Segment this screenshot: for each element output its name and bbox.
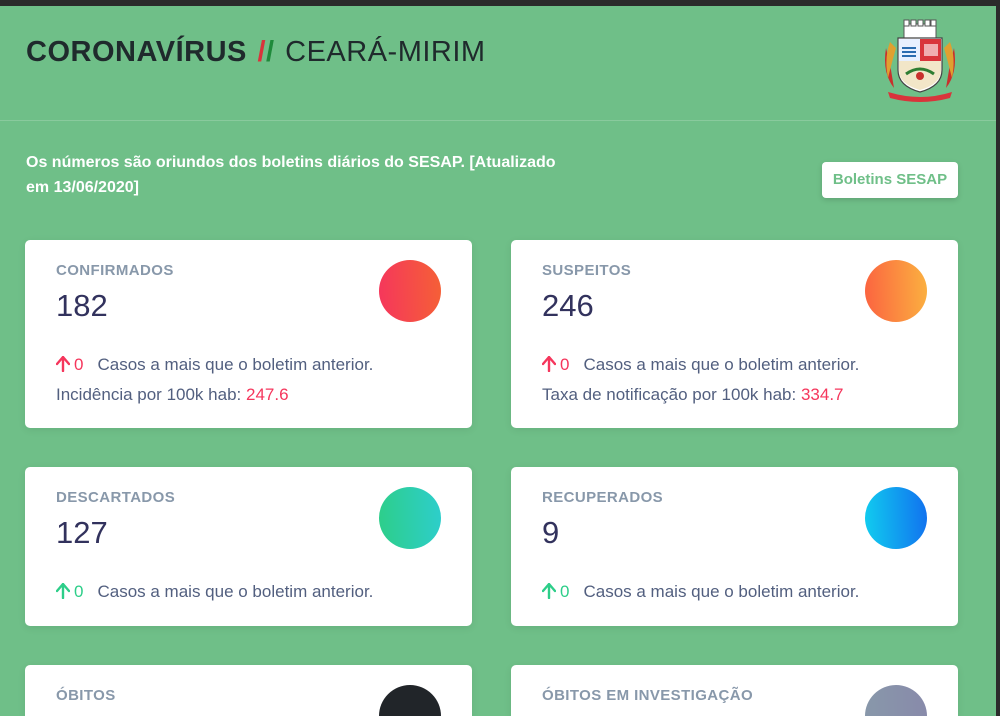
card-delta-line: 0 Casos a mais que o boletim anterior. — [56, 582, 373, 602]
boletins-sesap-button[interactable]: Boletins SESAP — [822, 162, 958, 198]
card-delta-text: Casos a mais que o boletim anterior. — [583, 582, 860, 601]
card-value: 127 — [56, 515, 108, 550]
card-delta-line: 0 Casos a mais que o boletim anterior. — [542, 355, 859, 375]
card-value: 246 — [542, 288, 594, 323]
card-label: RECUPERADOS — [542, 489, 664, 506]
arrow-up-icon — [542, 583, 556, 599]
card-label: CONFIRMADOS — [56, 262, 174, 279]
card-delta-line: 0 Casos a mais que o boletim anterior. — [56, 355, 373, 375]
card-descartados: DESCARTADOS 127 0 Casos a mais que o bole… — [25, 467, 472, 626]
card-extra-value: 247.6 — [245, 385, 289, 404]
card-obitos-investigacao: ÓBITOS EM INVESTIGAÇÃO — [511, 665, 958, 716]
intro-line-1: Os números são oriundos dos boletins diá… — [26, 154, 556, 171]
card-icon-circle — [379, 685, 441, 716]
intro-line-2: em 13/06/2020] — [26, 179, 139, 196]
card-icon-circle — [865, 487, 927, 549]
card-extra-line: Taxa de notificação por 100k hab: 334.7 — [542, 385, 844, 405]
card-icon-circle — [865, 260, 927, 322]
card-delta-value: 0 — [560, 355, 570, 374]
card-icon-circle — [865, 685, 927, 716]
card-delta-value: 0 — [74, 582, 84, 601]
card-delta-value: 0 — [560, 582, 570, 601]
arrow-up-icon — [56, 583, 70, 599]
page-title: CORONAVÍRUS // CEARÁ-MIRIM — [26, 36, 486, 69]
card-icon-circle — [379, 260, 441, 322]
card-icon-circle — [379, 487, 441, 549]
card-obitos: ÓBITOS — [25, 665, 472, 716]
title-separator: // — [257, 36, 275, 68]
card-confirmados: CONFIRMADOS 182 0 Casos a mais que o bole… — [25, 240, 472, 428]
card-label: DESCARTADOS — [56, 489, 176, 506]
card-extra-value: 334.7 — [800, 385, 844, 404]
window-right-edge — [996, 0, 1000, 716]
card-label: SUSPEITOS — [542, 262, 632, 279]
page-header: CORONAVÍRUS // CEARÁ-MIRIM — [0, 6, 996, 121]
card-delta-text: Casos a mais que o boletim anterior. — [583, 355, 860, 374]
title-city: CEARÁ-MIRIM — [285, 36, 486, 68]
arrow-up-icon — [56, 356, 70, 372]
card-label: ÓBITOS — [56, 687, 116, 704]
card-delta-text: Casos a mais que o boletim anterior. — [97, 355, 374, 374]
card-delta-text: Casos a mais que o boletim anterior. — [97, 582, 374, 601]
title-main: CORONAVÍRUS — [26, 36, 247, 68]
card-value: 182 — [56, 288, 108, 323]
intro-text: Os números são oriundos dos boletins diá… — [26, 150, 566, 200]
card-extra-line: Incidência por 100k hab: 247.6 — [56, 385, 289, 405]
card-delta-line: 0 Casos a mais que o boletim anterior. — [542, 582, 859, 602]
card-delta-value: 0 — [74, 355, 84, 374]
card-recuperados: RECUPERADOS 9 0 Casos a mais que o boleti… — [511, 467, 958, 626]
card-value: 9 — [542, 515, 560, 550]
arrow-up-icon — [542, 356, 556, 372]
card-label: ÓBITOS EM INVESTIGAÇÃO — [542, 687, 754, 704]
city-crest-logo — [885, 19, 955, 102]
card-extra-label: Incidência por 100k hab: — [56, 385, 242, 404]
card-extra-label: Taxa de notificação por 100k hab: — [542, 385, 797, 404]
card-suspeitos: SUSPEITOS 246 0 Casos a mais que o boleti… — [511, 240, 958, 428]
